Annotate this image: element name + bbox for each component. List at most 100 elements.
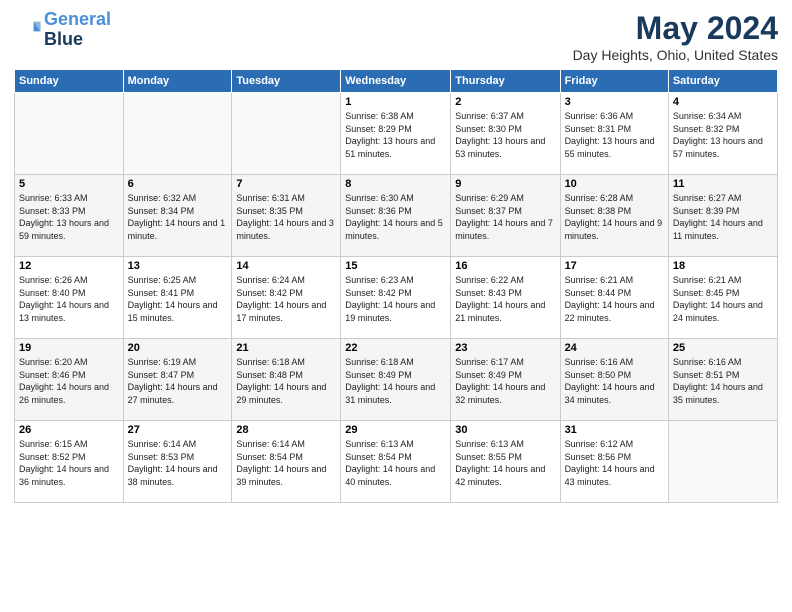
day-number: 26 — [19, 424, 119, 436]
table-row: 6 Sunrise: 6:32 AMSunset: 8:34 PMDaylight… — [123, 175, 232, 257]
day-info: Sunrise: 6:31 AMSunset: 8:35 PMDaylight:… — [236, 192, 336, 242]
day-number: 23 — [455, 342, 555, 354]
day-info: Sunrise: 6:19 AMSunset: 8:47 PMDaylight:… — [128, 356, 228, 406]
table-row — [232, 93, 341, 175]
calendar: Sunday Monday Tuesday Wednesday Thursday… — [14, 69, 778, 503]
table-row: 5Sunrise: 6:33 AMSunset: 8:33 PMDaylight… — [15, 175, 124, 257]
calendar-week-3: 12Sunrise: 6:26 AMSunset: 8:40 PMDayligh… — [15, 257, 778, 339]
table-row: 26 Sunrise: 6:15 AMSunset: 8:52 PMDayligh… — [15, 421, 124, 503]
table-row — [123, 93, 232, 175]
table-row: 7 Sunrise: 6:31 AMSunset: 8:35 PMDaylight… — [232, 175, 341, 257]
day-info: Sunrise: 6:25 AMSunset: 8:41 PMDaylight:… — [128, 274, 228, 324]
day-number: 6 — [128, 178, 228, 190]
table-row: 8 Sunrise: 6:30 AMSunset: 8:36 PMDaylight… — [341, 175, 451, 257]
table-row: 2Sunrise: 6:37 AMSunset: 8:30 PMDaylight… — [451, 93, 560, 175]
day-info: Sunrise: 6:18 AMSunset: 8:48 PMDaylight:… — [236, 356, 336, 406]
table-row — [668, 421, 777, 503]
day-info: Sunrise: 6:21 AMSunset: 8:44 PMDaylight:… — [565, 274, 664, 324]
day-info: Sunrise: 6:29 AMSunset: 8:37 PMDaylight:… — [455, 192, 555, 242]
day-number: 20 — [128, 342, 228, 354]
table-row: 29Sunrise: 6:13 AMSunset: 8:54 PMDayligh… — [341, 421, 451, 503]
day-number: 25 — [673, 342, 773, 354]
day-number: 21 — [236, 342, 336, 354]
day-info: Sunrise: 6:28 AMSunset: 8:38 PMDaylight:… — [565, 192, 664, 242]
table-row: 30Sunrise: 6:13 AMSunset: 8:55 PMDayligh… — [451, 421, 560, 503]
day-info: Sunrise: 6:14 AMSunset: 8:53 PMDaylight:… — [128, 438, 228, 488]
subtitle: Day Heights, Ohio, United States — [573, 47, 778, 63]
day-info: Sunrise: 6:30 AMSunset: 8:36 PMDaylight:… — [345, 192, 446, 242]
header: General Blue May 2024 Day Heights, Ohio,… — [14, 10, 778, 63]
day-number: 3 — [565, 96, 664, 108]
table-row: 3 Sunrise: 6:36 AMSunset: 8:31 PMDaylight… — [560, 93, 668, 175]
page: General Blue May 2024 Day Heights, Ohio,… — [0, 0, 792, 612]
table-row: 20 Sunrise: 6:19 AMSunset: 8:47 PMDayligh… — [123, 339, 232, 421]
day-info: Sunrise: 6:21 AMSunset: 8:45 PMDaylight:… — [673, 274, 773, 324]
header-thursday: Thursday — [451, 70, 560, 93]
day-info: Sunrise: 6:16 AMSunset: 8:51 PMDaylight:… — [673, 356, 773, 406]
table-row: 12Sunrise: 6:26 AMSunset: 8:40 PMDayligh… — [15, 257, 124, 339]
day-number: 27 — [128, 424, 228, 436]
table-row: 4 Sunrise: 6:34 AMSunset: 8:32 PMDaylight… — [668, 93, 777, 175]
day-number: 24 — [565, 342, 664, 354]
day-number: 4 — [673, 96, 773, 108]
header-saturday: Saturday — [668, 70, 777, 93]
day-number: 5 — [19, 178, 119, 190]
day-number: 19 — [19, 342, 119, 354]
table-row — [15, 93, 124, 175]
day-info: Sunrise: 6:38 AMSunset: 8:29 PMDaylight:… — [345, 110, 446, 160]
header-friday: Friday — [560, 70, 668, 93]
logo: General Blue — [14, 10, 111, 50]
day-number: 17 — [565, 260, 664, 272]
day-info: Sunrise: 6:15 AMSunset: 8:52 PMDaylight:… — [19, 438, 119, 488]
table-row: 22 Sunrise: 6:18 AMSunset: 8:49 PMDayligh… — [341, 339, 451, 421]
table-row: 15 Sunrise: 6:23 AMSunset: 8:42 PMDayligh… — [341, 257, 451, 339]
day-info: Sunrise: 6:13 AMSunset: 8:54 PMDaylight:… — [345, 438, 446, 488]
table-row: 18 Sunrise: 6:21 AMSunset: 8:45 PMDayligh… — [668, 257, 777, 339]
title-area: May 2024 Day Heights, Ohio, United State… — [573, 10, 778, 63]
day-number: 7 — [236, 178, 336, 190]
day-info: Sunrise: 6:24 AMSunset: 8:42 PMDaylight:… — [236, 274, 336, 324]
day-number: 8 — [345, 178, 446, 190]
table-row: 13Sunrise: 6:25 AMSunset: 8:41 PMDayligh… — [123, 257, 232, 339]
day-info: Sunrise: 6:34 AMSunset: 8:32 PMDaylight:… — [673, 110, 773, 160]
calendar-week-4: 19 Sunrise: 6:20 AMSunset: 8:46 PMDayligh… — [15, 339, 778, 421]
day-info: Sunrise: 6:36 AMSunset: 8:31 PMDaylight:… — [565, 110, 664, 160]
table-row: 9 Sunrise: 6:29 AMSunset: 8:37 PMDaylight… — [451, 175, 560, 257]
day-info: Sunrise: 6:17 AMSunset: 8:49 PMDaylight:… — [455, 356, 555, 406]
table-row: 1 Sunrise: 6:38 AMSunset: 8:29 PMDaylight… — [341, 93, 451, 175]
day-number: 28 — [236, 424, 336, 436]
table-row: 31 Sunrise: 6:12 AMSunset: 8:56 PMDayligh… — [560, 421, 668, 503]
day-number: 16 — [455, 260, 555, 272]
day-number: 31 — [565, 424, 664, 436]
table-row: 25 Sunrise: 6:16 AMSunset: 8:51 PMDayligh… — [668, 339, 777, 421]
day-number: 12 — [19, 260, 119, 272]
header-monday: Monday — [123, 70, 232, 93]
header-wednesday: Wednesday — [341, 70, 451, 93]
day-number: 18 — [673, 260, 773, 272]
table-row: 24Sunrise: 6:16 AMSunset: 8:50 PMDayligh… — [560, 339, 668, 421]
day-info: Sunrise: 6:12 AMSunset: 8:56 PMDaylight:… — [565, 438, 664, 488]
day-number: 10 — [565, 178, 664, 190]
day-info: Sunrise: 6:18 AMSunset: 8:49 PMDaylight:… — [345, 356, 446, 406]
table-row: 28 Sunrise: 6:14 AMSunset: 8:54 PMDayligh… — [232, 421, 341, 503]
day-info: Sunrise: 6:14 AMSunset: 8:54 PMDaylight:… — [236, 438, 336, 488]
day-number: 9 — [455, 178, 555, 190]
calendar-week-5: 26 Sunrise: 6:15 AMSunset: 8:52 PMDayligh… — [15, 421, 778, 503]
table-row: 19 Sunrise: 6:20 AMSunset: 8:46 PMDayligh… — [15, 339, 124, 421]
day-info: Sunrise: 6:32 AMSunset: 8:34 PMDaylight:… — [128, 192, 228, 242]
table-row: 16Sunrise: 6:22 AMSunset: 8:43 PMDayligh… — [451, 257, 560, 339]
table-row: 14 Sunrise: 6:24 AMSunset: 8:42 PMDayligh… — [232, 257, 341, 339]
day-info: Sunrise: 6:23 AMSunset: 8:42 PMDaylight:… — [345, 274, 446, 324]
day-number: 14 — [236, 260, 336, 272]
day-info: Sunrise: 6:13 AMSunset: 8:55 PMDaylight:… — [455, 438, 555, 488]
table-row: 11Sunrise: 6:27 AMSunset: 8:39 PMDayligh… — [668, 175, 777, 257]
day-number: 1 — [345, 96, 446, 108]
day-number: 15 — [345, 260, 446, 272]
table-row: 23 Sunrise: 6:17 AMSunset: 8:49 PMDayligh… — [451, 339, 560, 421]
header-tuesday: Tuesday — [232, 70, 341, 93]
table-row: 27 Sunrise: 6:14 AMSunset: 8:53 PMDayligh… — [123, 421, 232, 503]
day-number: 22 — [345, 342, 446, 354]
day-info: Sunrise: 6:37 AMSunset: 8:30 PMDaylight:… — [455, 110, 555, 160]
logo-icon — [14, 16, 42, 44]
day-info: Sunrise: 6:20 AMSunset: 8:46 PMDaylight:… — [19, 356, 119, 406]
